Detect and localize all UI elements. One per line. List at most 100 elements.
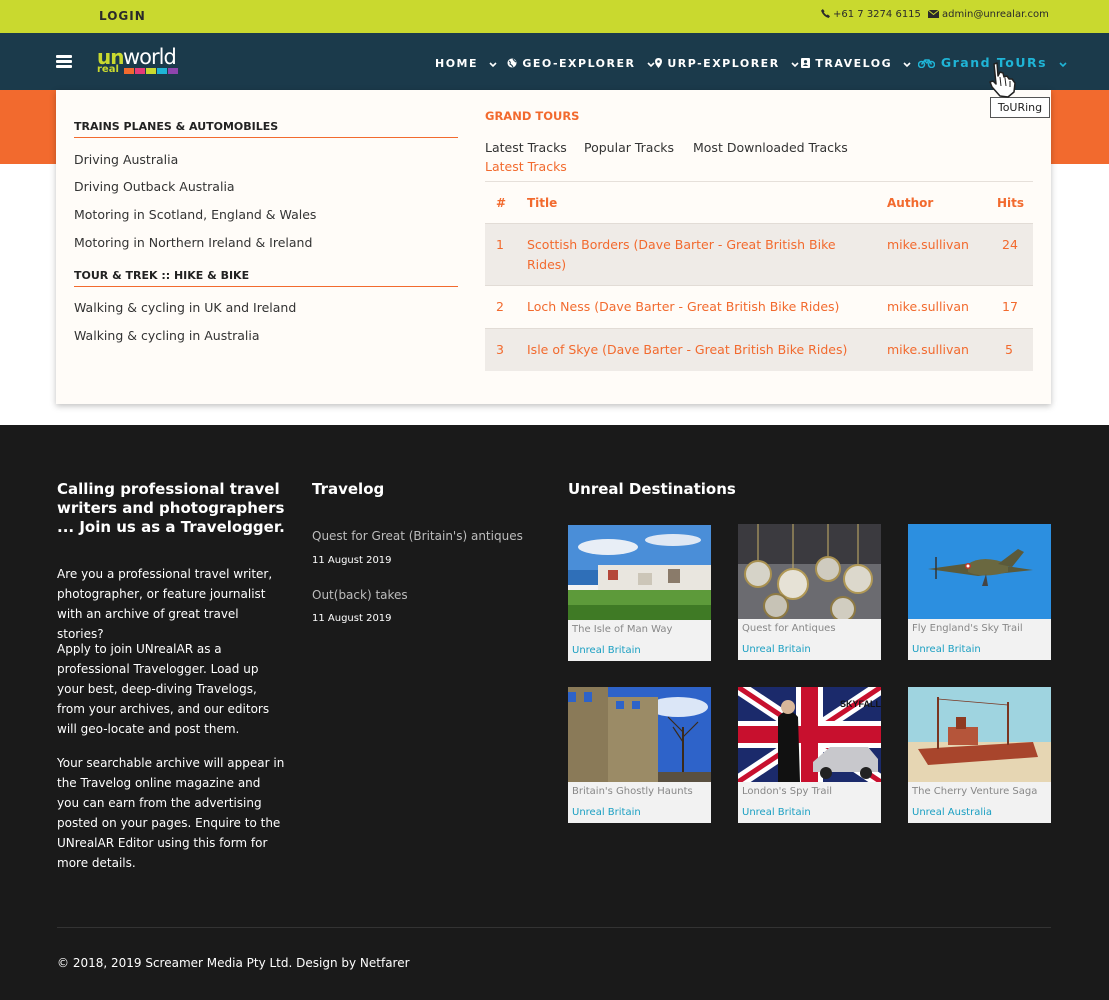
destination-photo xyxy=(908,687,1051,782)
footer-paragraph: Your searchable archive will appear in t… xyxy=(57,756,285,870)
section-title-trains-planes-automobiles: TRAINS PLANES & AUTOMOBILES xyxy=(74,120,458,138)
hamburger-menu-icon[interactable] xyxy=(56,55,72,68)
destination-caption: Quest for Antiques xyxy=(742,623,836,634)
address-book-icon xyxy=(801,58,810,68)
table-row[interactable]: 2 Loch Ness (Dave Barter - Great British… xyxy=(485,286,1033,329)
row-title-link[interactable]: Isle of Skye (Dave Barter - Great Britis… xyxy=(527,340,847,360)
chevron-down-icon xyxy=(791,62,799,68)
travelog-post-date: 11 August 2019 xyxy=(312,613,392,624)
footer-heading-destinations: Unreal Destinations xyxy=(568,480,736,498)
phone-icon xyxy=(821,9,830,18)
login-link[interactable]: LOGIN xyxy=(99,9,146,23)
row-hits: 5 xyxy=(1005,342,1013,357)
phone-number: +61 7 3274 6115 xyxy=(833,9,921,20)
motorcycle-icon xyxy=(917,59,936,69)
footer-paragraph: Are you a professional travel writer, ph… xyxy=(57,567,273,641)
destination-caption: London's Spy Trail xyxy=(742,786,833,797)
destination-region-link[interactable]: Unreal Britain xyxy=(742,807,811,818)
menu-link-motoring-scotland-england-wales[interactable]: Motoring in Scotland, England & Wales xyxy=(74,207,316,222)
destination-card[interactable]: Britain's Ghostly Haunts Unreal Britain xyxy=(568,687,711,823)
table-row[interactable]: 3 Isle of Skye (Dave Barter - Great Brit… xyxy=(485,329,1033,371)
row-title-link[interactable]: Loch Ness (Dave Barter - Great British B… xyxy=(527,297,839,317)
nav-home-label: HOME xyxy=(435,57,479,70)
chevron-down-icon xyxy=(903,62,912,68)
nav-travelog[interactable]: TRAVELOG xyxy=(801,57,912,70)
destination-card[interactable]: Quest for Antiques Unreal Britain xyxy=(738,524,881,660)
row-title-link[interactable]: Scottish Borders (Dave Barter - Great Br… xyxy=(527,235,857,275)
menu-link-driving-australia[interactable]: Driving Australia xyxy=(74,152,178,167)
tab-popular-tracks[interactable]: Popular Tracks xyxy=(584,140,674,155)
email-address: admin@unrealar.com xyxy=(942,9,1049,20)
travelog-post-link[interactable]: Out(back) takes xyxy=(312,588,408,602)
destination-region-link[interactable]: Unreal Britain xyxy=(572,645,641,656)
site-logo[interactable]: un world real xyxy=(97,45,192,77)
hand-pointer-cursor-icon xyxy=(989,62,1016,98)
email-contact[interactable]: admin@unrealar.com xyxy=(927,9,1049,20)
active-tab-heading: Latest Tracks xyxy=(485,159,567,174)
tooltip: ToURing xyxy=(990,97,1050,118)
destination-photo xyxy=(738,524,881,619)
row-hits: 17 xyxy=(1002,299,1018,314)
footer-paragraph: Apply to join UNrealAR as a professional… xyxy=(57,642,270,736)
destination-card[interactable]: Fly England's Sky Trail Unreal Britain xyxy=(908,524,1051,660)
row-author-link[interactable]: mike.sullivan xyxy=(887,235,969,255)
tab-latest-tracks[interactable]: Latest Tracks xyxy=(485,140,567,155)
destination-region-link[interactable]: Unreal Australia xyxy=(912,807,992,818)
destination-photo xyxy=(908,524,1051,619)
footer-heading-travelogger: Calling professional travel writers and … xyxy=(57,480,285,536)
table-row[interactable]: 1 Scottish Borders (Dave Barter - Great … xyxy=(485,224,1033,286)
destination-caption: Fly England's Sky Trail xyxy=(912,623,1023,634)
menu-link-walking-cycling-australia[interactable]: Walking & cycling in Australia xyxy=(74,328,260,343)
phone-contact[interactable]: +61 7 3274 6115 xyxy=(821,9,921,20)
globe-icon xyxy=(507,58,517,68)
main-navigation: un world real HOME GEO-EXPLORER URP-EXPL… xyxy=(0,33,1109,90)
destination-card[interactable]: The Isle of Man Way Unreal Britain xyxy=(568,525,711,661)
destination-caption: The Cherry Venture Saga xyxy=(912,786,1038,797)
destination-photo xyxy=(568,687,711,782)
chevron-down-icon xyxy=(489,62,497,68)
nav-urp-explorer[interactable]: URP-EXPLORER xyxy=(655,57,799,70)
grand-tours-mega-menu: TRAINS PLANES & AUTOMOBILES Driving Aust… xyxy=(56,90,1051,404)
destination-card[interactable]: SKYFALL London's Spy Trail Unreal Britai… xyxy=(738,687,881,823)
menu-link-walking-cycling-uk[interactable]: Walking & cycling in UK and Ireland xyxy=(74,300,296,315)
menu-link-driving-outback-australia[interactable]: Driving Outback Australia xyxy=(74,179,235,194)
top-bar: LOGIN +61 7 3274 6115 admin@unrealar.com xyxy=(0,0,1109,33)
travelog-post-date: 11 August 2019 xyxy=(312,555,392,566)
nav-urp-explorer-label: URP-EXPLORER xyxy=(667,57,780,70)
column-header-title: Title xyxy=(527,196,558,210)
destination-region-link[interactable]: Unreal Britain xyxy=(572,807,641,818)
tracks-table: # Title Author Hits 1 Scottish Borders (… xyxy=(485,182,1033,371)
row-number: 2 xyxy=(496,299,504,314)
row-number: 3 xyxy=(496,342,504,357)
nav-geo-explorer[interactable]: GEO-EXPLORER xyxy=(507,57,655,70)
row-author-link[interactable]: mike.sullivan xyxy=(887,297,969,317)
destination-photo: SKYFALL xyxy=(738,687,881,782)
column-header-number: # xyxy=(496,196,507,210)
column-header-hits: Hits xyxy=(997,196,1025,210)
grand-tours-title: GRAND TOURS xyxy=(485,109,580,123)
row-author-link[interactable]: mike.sullivan xyxy=(887,340,969,360)
nav-home[interactable]: HOME xyxy=(435,57,497,70)
envelope-icon xyxy=(927,9,940,18)
destination-region-link[interactable]: Unreal Britain xyxy=(912,644,981,655)
footer-heading-travelog: Travelog xyxy=(312,480,385,498)
destination-card[interactable]: The Cherry Venture Saga Unreal Australia xyxy=(908,687,1051,823)
chevron-down-icon xyxy=(647,62,655,68)
logo-color-bars xyxy=(124,68,178,74)
logo-world: world xyxy=(123,45,177,69)
travelog-post-link[interactable]: Quest for Great (Britain's) antiques xyxy=(312,529,523,543)
row-hits: 24 xyxy=(1002,237,1018,252)
section-title-tour-trek: TOUR & TREK :: HIKE & BIKE xyxy=(74,269,458,287)
map-marker-icon xyxy=(655,58,662,68)
footer-divider xyxy=(57,927,1051,928)
svg-text:SKYFALL: SKYFALL xyxy=(840,699,881,709)
chevron-down-icon xyxy=(1059,62,1067,68)
logo-real: real xyxy=(97,64,119,75)
menu-link-motoring-northern-ireland[interactable]: Motoring in Northern Ireland & Ireland xyxy=(74,235,312,250)
nav-geo-explorer-label: GEO-EXPLORER xyxy=(522,57,636,70)
destination-caption: The Isle of Man Way xyxy=(572,624,673,635)
tab-most-downloaded-tracks[interactable]: Most Downloaded Tracks xyxy=(693,140,848,155)
destination-photo xyxy=(568,525,711,620)
destination-region-link[interactable]: Unreal Britain xyxy=(742,644,811,655)
nav-travelog-label: TRAVELOG xyxy=(815,57,893,70)
